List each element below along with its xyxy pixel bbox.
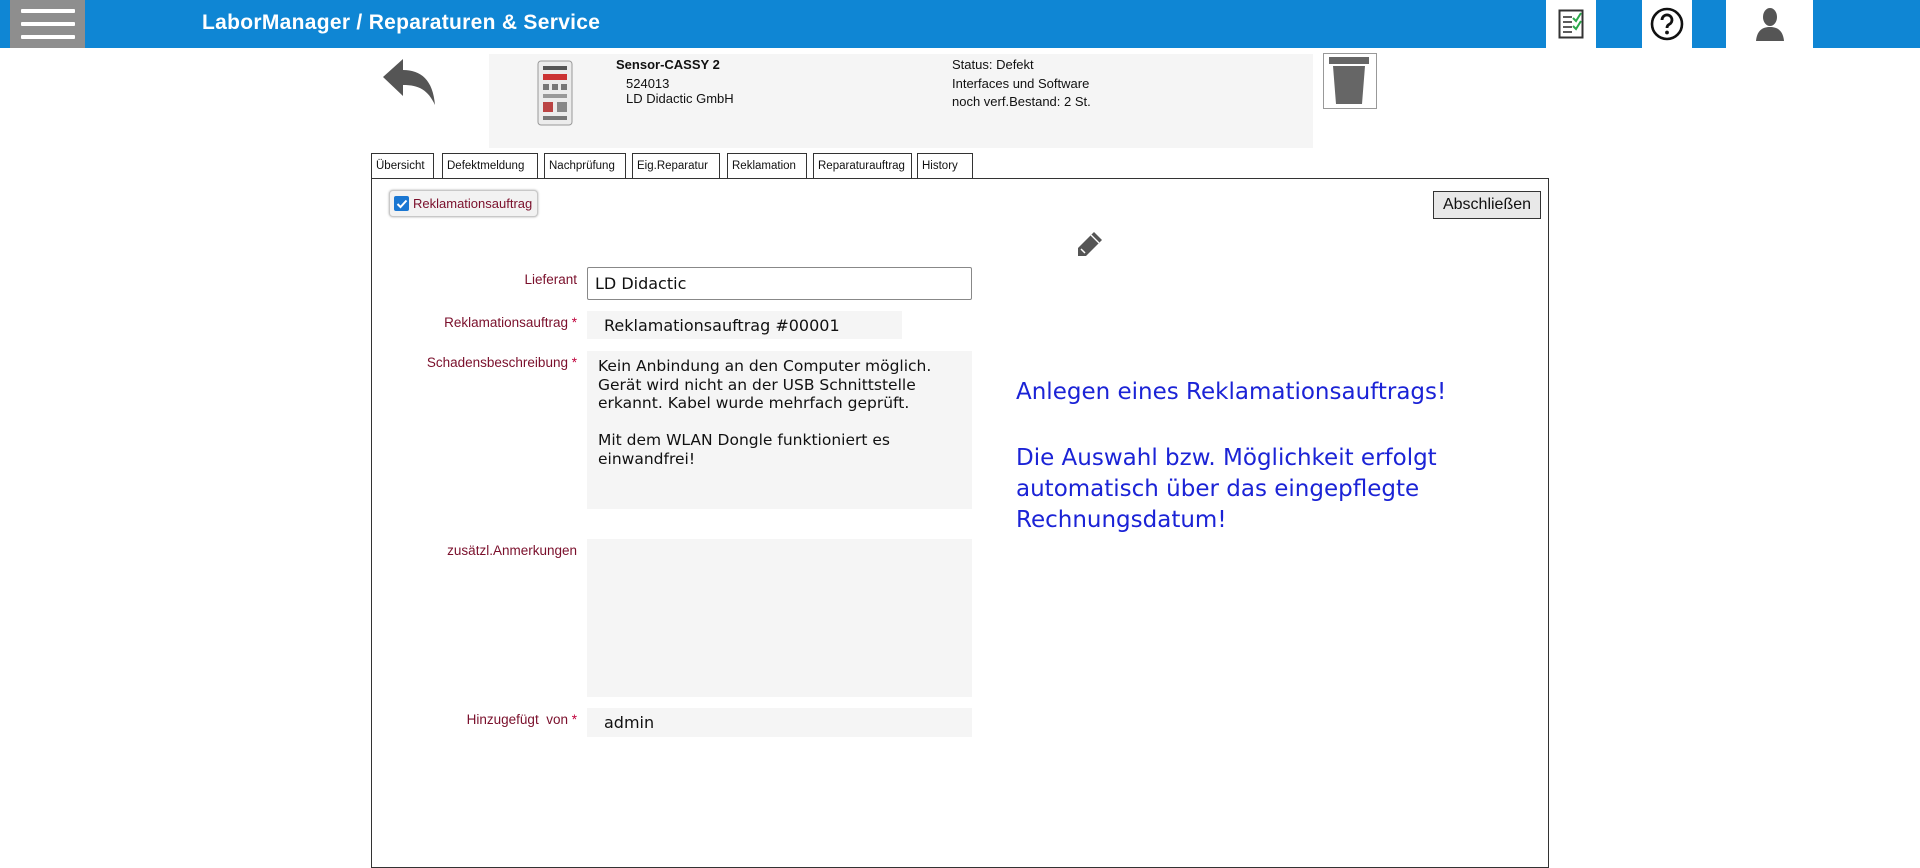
schadensbeschreibung-label-text: Schadensbeschreibung: [426, 355, 568, 370]
schadensbeschreibung-label: Schadensbeschreibung *: [427, 355, 577, 370]
note-line-2: Die Auswahl bzw. Möglichkeit erfolgt: [1016, 445, 1437, 471]
checkbox-checked-icon: [394, 196, 409, 211]
help-icon[interactable]: [1642, 0, 1692, 48]
device-image: [534, 60, 576, 126]
device-stock: noch verf.Bestand: 2 St.: [952, 94, 1091, 109]
tab-reparaturauftrag[interactable]: Reparaturauftrag: [813, 153, 912, 178]
menu-icon[interactable]: [10, 0, 85, 48]
pencil-icon[interactable]: [1075, 229, 1105, 259]
tab-nachpruefung[interactable]: Nachprüfung: [544, 153, 626, 178]
hinzugefuegt-von-label: Hinzugefügt von *: [467, 712, 577, 727]
reklamationsauftrag-label: Reklamationsauftrag *: [444, 315, 577, 330]
anmerkungen-label: zusätzl.Anmerkungen: [447, 543, 577, 558]
device-name: Sensor-CASSY 2: [616, 57, 720, 72]
app-title: LaborManager / Reparaturen & Service: [202, 11, 601, 34]
required-mark: *: [571, 315, 577, 330]
checkbox-label: Reklamationsauftrag: [413, 196, 533, 211]
tab-reklamation[interactable]: Reklamation: [727, 153, 807, 180]
device-manufacturer: LD Didactic GmbH: [626, 91, 734, 106]
note-line-4: Rechnungsdatum!: [1016, 507, 1227, 533]
lieferant-input[interactable]: [587, 267, 972, 300]
required-mark: *: [571, 355, 577, 370]
hinzugefuegt-von-label-text: Hinzugefügt von: [466, 712, 568, 727]
reklamationsauftrag-label-text: Reklamationsauftrag: [444, 315, 568, 330]
anmerkungen-textarea[interactable]: [587, 539, 972, 697]
hinzugefuegt-von-field: admin: [587, 708, 972, 737]
tab-uebersicht[interactable]: Übersicht: [371, 153, 434, 178]
back-arrow-icon[interactable]: [381, 55, 441, 110]
device-status: Status: Defekt: [952, 57, 1034, 72]
note-line-3: automatisch über das eingepflegte: [1016, 476, 1420, 502]
schadensbeschreibung-textarea[interactable]: Kein Anbindung an den Computer möglich. …: [587, 351, 972, 509]
top-bar: LaborManager / Reparaturen & Service: [0, 0, 1920, 48]
lieferant-label: Lieferant: [524, 272, 577, 287]
required-mark: *: [571, 712, 577, 727]
trash-icon[interactable]: [1323, 53, 1377, 109]
reklamation-checkbox[interactable]: Reklamationsauftrag: [389, 190, 539, 217]
user-icon[interactable]: [1726, 0, 1813, 48]
checklist-icon[interactable]: [1546, 0, 1596, 48]
abschliessen-button[interactable]: Abschließen: [1433, 191, 1541, 219]
device-header-panel: [489, 54, 1313, 148]
tab-eig-reparatur[interactable]: Eig.Reparatur: [632, 153, 720, 178]
reklamationsauftrag-field: Reklamationsauftrag #00001: [587, 311, 902, 339]
note-line-1: Anlegen eines Reklamationsauftrags!: [1016, 379, 1447, 405]
device-number: 524013: [626, 76, 670, 91]
tab-defektmeldung[interactable]: Defektmeldung: [442, 153, 538, 178]
tab-history[interactable]: History: [917, 153, 973, 178]
device-category: Interfaces und Software: [952, 76, 1090, 91]
